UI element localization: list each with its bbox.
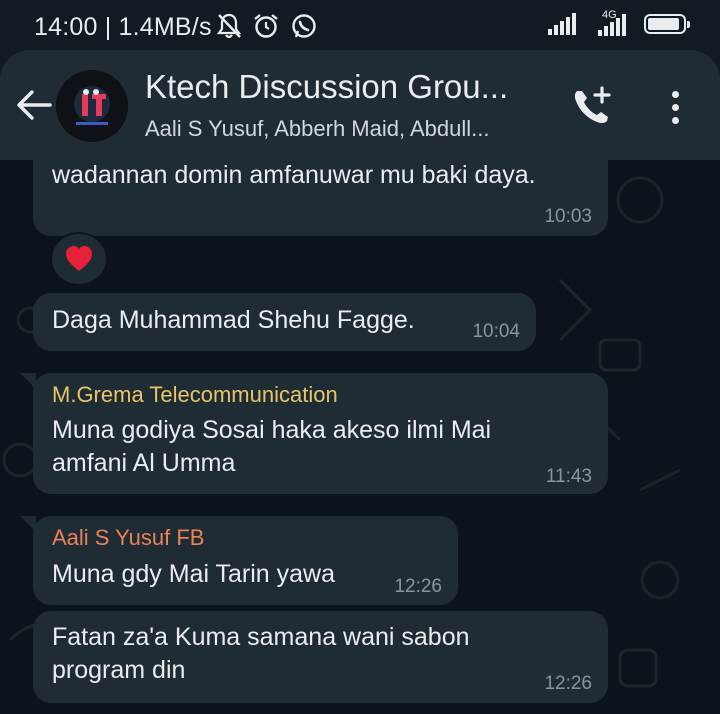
- group-logo-icon: [56, 70, 128, 142]
- status-right: 4G: [548, 10, 690, 36]
- message-sender[interactable]: M.Grema Telecommunication: [52, 382, 338, 408]
- mobile-data-signal: 4G: [586, 10, 634, 36]
- message-bubble[interactable]: wadannan domin amfanuwar mu baki daya. 1…: [33, 160, 608, 236]
- chat-header: Ktech Discussion Grou... Aali S Yusuf, A…: [0, 50, 720, 160]
- back-arrow-icon[interactable]: [14, 88, 54, 122]
- bubble-tail: [20, 516, 36, 532]
- battery-level: [648, 18, 679, 30]
- message-list[interactable]: wadannan domin amfanuwar mu baki daya. 1…: [0, 160, 720, 714]
- message-bubble[interactable]: Fatan za'a Kuma samana wani sabon progra…: [33, 611, 608, 703]
- message-text: Muna gdy Mai Tarin yawa: [52, 560, 336, 588]
- group-avatar[interactable]: [56, 70, 128, 142]
- message-time: 10:03: [544, 206, 592, 227]
- battery-icon: [644, 14, 690, 34]
- add-call-icon[interactable]: [568, 84, 614, 130]
- message-text: wadannan domin amfanuwar mu baki daya.: [52, 161, 536, 189]
- message-time: 11:43: [545, 466, 592, 487]
- whatsapp-icon: [292, 14, 316, 38]
- message-bubble[interactable]: Daga Muhammad Shehu Fagge. 10:04: [33, 293, 536, 351]
- message-sender[interactable]: Aali S Yusuf FB: [52, 525, 204, 551]
- status-bar: 14:00 | 1.4MB/s 4G: [0, 0, 720, 50]
- message-bubble[interactable]: M.Grema Telecommunication Muna godiya So…: [20, 373, 608, 494]
- message-time: 12:26: [544, 673, 592, 694]
- status-icons: [216, 12, 318, 40]
- alarm-icon: [254, 14, 278, 38]
- signal-icon: [548, 13, 576, 35]
- message-time: 12:26: [394, 576, 442, 597]
- bubble-tail: [20, 373, 36, 389]
- chat-participants[interactable]: Aali S Yusuf, Abberh Maid, Abdull...: [145, 116, 489, 142]
- more-options-icon[interactable]: [660, 84, 690, 130]
- chat-header-bar: Ktech Discussion Grou... Aali S Yusuf, A…: [0, 50, 720, 160]
- signal-4g-icon: [598, 14, 626, 36]
- chat-title[interactable]: Ktech Discussion Grou...: [145, 68, 508, 106]
- message-bubble[interactable]: Aali S Yusuf FB Muna gdy Mai Tarin yawa …: [20, 516, 458, 605]
- status-time: 14:00 | 1.4MB/s: [34, 13, 212, 41]
- message-text: Daga Muhammad Shehu Fagge.: [52, 306, 415, 334]
- message-time: 10:04: [472, 321, 520, 342]
- bell-off-icon: [216, 13, 242, 39]
- message-text: Muna godiya Sosai haka akeso ilmi Mai am…: [52, 416, 492, 477]
- heart-icon: [66, 246, 92, 271]
- message-text: Fatan za'a Kuma samana wani sabon progra…: [52, 623, 470, 684]
- message-reaction[interactable]: [50, 232, 108, 286]
